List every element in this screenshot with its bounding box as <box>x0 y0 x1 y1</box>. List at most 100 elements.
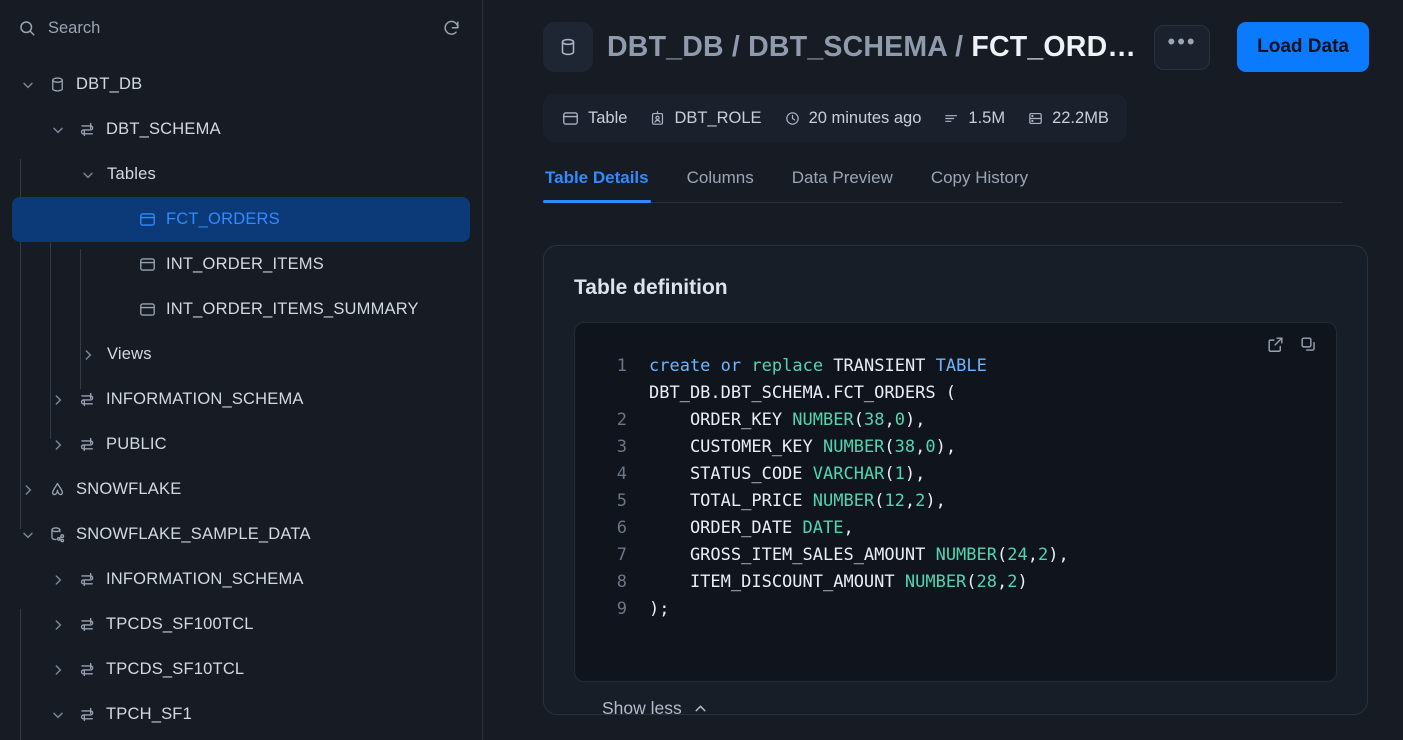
search-field-wrap[interactable] <box>18 18 428 38</box>
line-number: 5 <box>616 491 627 511</box>
search-input[interactable] <box>48 18 428 38</box>
show-less-label: Show less <box>602 698 682 718</box>
tab-table-details[interactable]: Table Details <box>543 164 651 203</box>
tree-item-dbt-db[interactable]: DBT_DB <box>12 62 470 107</box>
schema-icon <box>77 570 97 590</box>
tab-columns[interactable]: Columns <box>685 164 756 202</box>
line-number: 0 <box>599 380 627 407</box>
meta-text: Table <box>588 108 628 127</box>
tree-item-tpch-sf1[interactable]: TPCH_SF1 <box>12 692 470 737</box>
tree-item-int-order-items[interactable]: INT_ORDER_ITEMS <box>12 242 470 287</box>
schema-icon <box>77 120 97 140</box>
tree-item-tpcds-sf100tcl[interactable]: TPCDS_SF100TCL <box>12 602 470 647</box>
line-number: 8 <box>616 572 627 592</box>
refresh-button[interactable] <box>438 15 464 41</box>
line-number: 7 <box>616 545 627 565</box>
database-icon <box>557 36 579 58</box>
tree-item-views[interactable]: Views <box>12 332 470 377</box>
card-title: Table definition <box>574 276 728 299</box>
more-options-button[interactable]: ••• <box>1154 24 1211 70</box>
code-token: , <box>1027 545 1038 565</box>
code-token: 38 <box>863 410 885 430</box>
code-token: ITEM_DISCOUNT_AMOUNT <box>649 572 905 592</box>
code-token: TRANSIENT <box>823 356 936 376</box>
code-token: create <box>649 356 711 376</box>
schema-icon <box>77 705 97 725</box>
object-tree: DBT_DB DBT_SCHEMA Tables FCT_ORDERS INT_ORDE… <box>0 56 482 740</box>
tree-item-int-order-items-summary[interactable]: INT_ORDER_ITEMS_SUMMARY <box>12 287 470 332</box>
code-token: ( <box>966 572 977 592</box>
code-token: VARCHAR <box>812 464 885 484</box>
tree-item-label: INT_ORDER_ITEMS_SUMMARY <box>166 300 419 318</box>
tree-item-tpcds-sf10tcl[interactable]: TPCDS_SF10TCL <box>12 647 470 692</box>
code-token: 28 <box>976 572 998 592</box>
code-token: ), <box>935 437 957 457</box>
tree-item-public[interactable]: PUBLIC <box>12 422 470 467</box>
database-icon <box>47 75 67 95</box>
table-icon <box>137 255 157 275</box>
code-token: 2 <box>1007 572 1018 592</box>
tree-item-tables[interactable]: Tables <box>12 152 470 197</box>
tab-bar: Table Details Columns Data Preview Copy His… <box>543 164 1343 203</box>
schema-icon <box>77 660 97 680</box>
chevron-right-icon[interactable] <box>18 480 38 500</box>
chevron-down-icon[interactable] <box>48 705 68 725</box>
tree-item-snowflake-sample-data[interactable]: SNOWFLAKE_SAMPLE_DATA <box>12 512 470 557</box>
copy-icon[interactable] <box>1299 335 1318 354</box>
chevron-right-icon[interactable] <box>48 390 68 410</box>
chevron-right-icon[interactable] <box>78 345 98 365</box>
code-token: ) <box>1017 572 1028 592</box>
tree-item-fct-orders[interactable]: FCT_ORDERS <box>12 197 470 242</box>
chevron-down-icon[interactable] <box>48 120 68 140</box>
tree-item-dbt-schema[interactable]: DBT_SCHEMA <box>12 107 470 152</box>
table-icon <box>137 210 157 230</box>
chevron-down-icon[interactable] <box>18 75 38 95</box>
code-token: 38 <box>894 437 916 457</box>
role-icon <box>649 110 666 127</box>
tree-item-label: FCT_ORDERS <box>166 210 280 228</box>
tree-item-information-schema[interactable]: INFORMATION_SCHEMA <box>12 557 470 602</box>
meta-text: 1.5M <box>968 108 1006 127</box>
main-panel: DBT_DB / DBT_SCHEMA / FCT_ORD… ••• Load … <box>483 0 1403 740</box>
chevron-down-icon[interactable] <box>78 165 98 185</box>
table-icon <box>561 109 580 128</box>
tab-data-preview[interactable]: Data Preview <box>790 164 895 202</box>
schema-icon <box>77 615 97 635</box>
tree-item-label: INFORMATION_SCHEMA <box>106 570 304 588</box>
tree-item-label: TPCDS_SF10TCL <box>106 660 245 678</box>
tree-item-snowflake[interactable]: SNOWFLAKE <box>12 467 470 512</box>
tree-item-information-schema[interactable]: INFORMATION_SCHEMA <box>12 377 470 422</box>
show-less-toggle[interactable]: Show less <box>602 698 709 719</box>
open-in-new-icon[interactable] <box>1266 335 1285 354</box>
code-token: , <box>884 410 895 430</box>
chevron-down-icon[interactable] <box>18 525 38 545</box>
tab-copy-history[interactable]: Copy History <box>929 164 1030 202</box>
clock-icon <box>784 110 801 127</box>
code-token: NUMBER <box>812 491 875 511</box>
rows-icon <box>943 110 960 127</box>
storage-icon <box>1027 110 1044 127</box>
code-token: STATUS_CODE <box>649 464 813 484</box>
code-token: GROSS_ITEM_SALES_AMOUNT <box>649 545 936 565</box>
chevron-right-icon[interactable] <box>48 615 68 635</box>
meta-text: 22.2MB <box>1052 108 1109 127</box>
meta-storage: 22.2MB <box>1027 109 1109 128</box>
refresh-icon <box>442 19 461 38</box>
code-token: ( <box>884 437 895 457</box>
code-token: TABLE <box>935 356 987 376</box>
code-token: , <box>904 491 916 511</box>
line-number: 1 <box>616 356 627 376</box>
chevron-right-icon[interactable] <box>48 660 68 680</box>
load-data-button[interactable]: Load Data <box>1237 22 1369 72</box>
code-token: ORDER_DATE <box>649 518 803 538</box>
chevron-up-icon <box>692 700 709 717</box>
code-token: DATE <box>802 518 844 538</box>
object-explorer-sidebar: DBT_DB DBT_SCHEMA Tables FCT_ORDERS INT_ORDE… <box>0 0 483 740</box>
chevron-right-icon[interactable] <box>48 435 68 455</box>
line-number: 4 <box>616 464 627 484</box>
line-number: 6 <box>616 518 627 538</box>
chevron-right-icon[interactable] <box>48 570 68 590</box>
meta-text: 20 minutes ago <box>808 108 922 127</box>
